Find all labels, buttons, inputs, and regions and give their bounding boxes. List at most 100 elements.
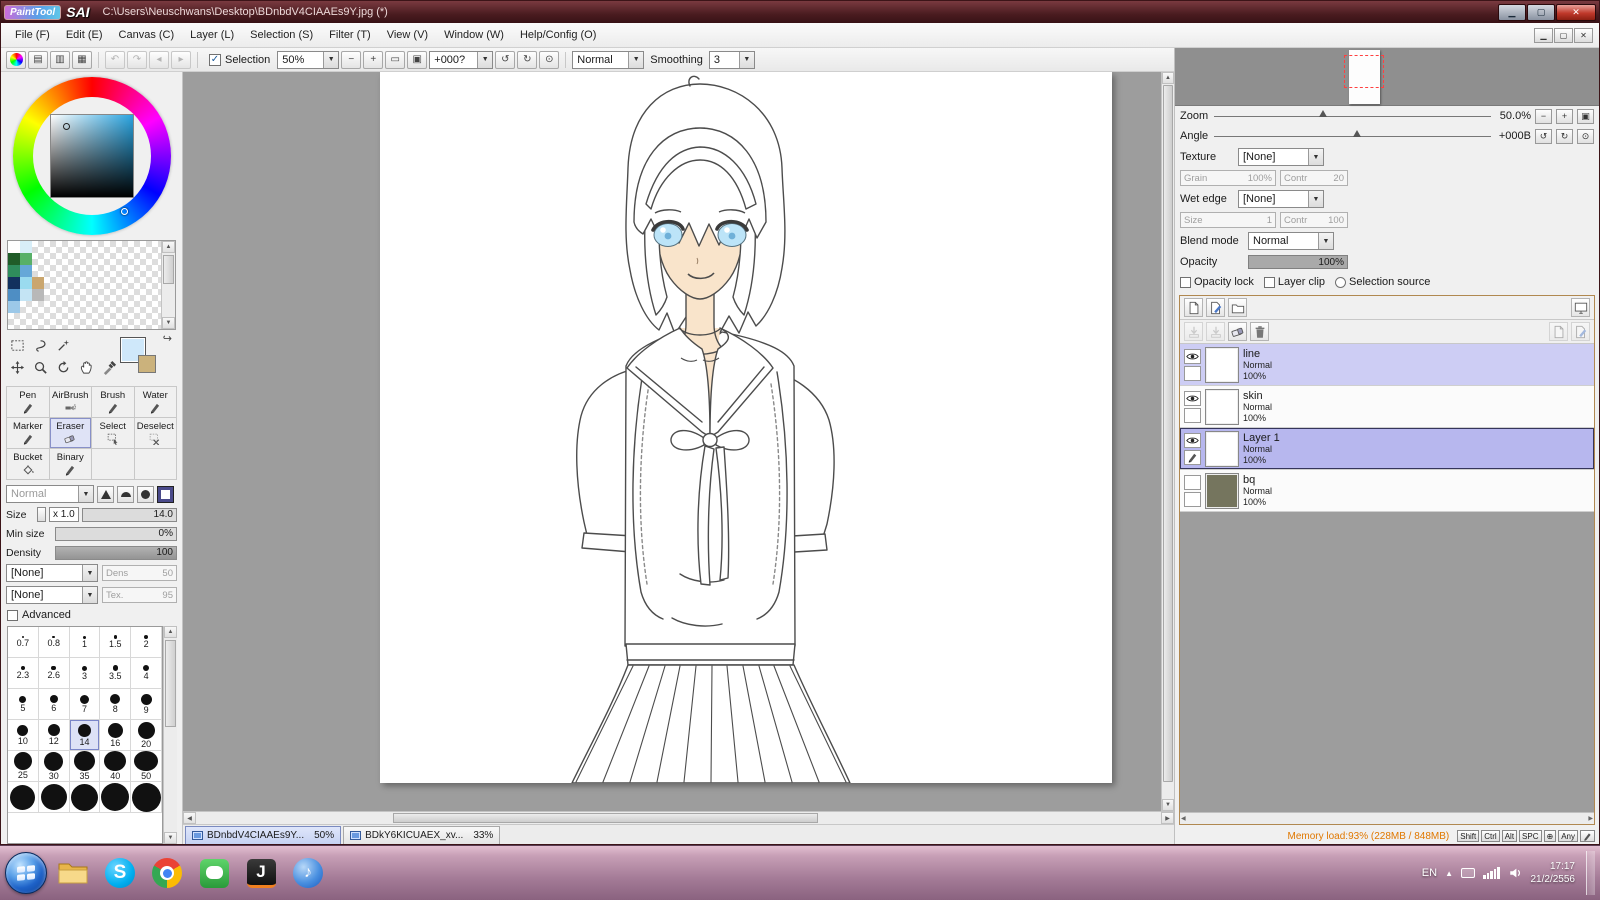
selection-source-toggle[interactable]: Selection source <box>1335 276 1430 288</box>
brush-tip-triangle-button[interactable] <box>97 485 114 503</box>
magic-wand-tool[interactable] <box>53 335 73 355</box>
taskbar-green-app[interactable] <box>193 852 235 894</box>
scroll-down-icon[interactable]: ▼ <box>164 832 177 844</box>
tool-select[interactable]: Select <box>92 418 135 449</box>
zoom-in-button[interactable]: + <box>363 50 384 69</box>
angle-combo[interactable]: +000? ▼ <box>429 50 494 69</box>
menu-layer[interactable]: Layer (L) <box>182 24 242 46</box>
color-wheel[interactable] <box>12 77 171 235</box>
opacity-lock-toggle[interactable]: Opacity lock <box>1180 276 1254 288</box>
marquee-tool[interactable] <box>7 335 27 355</box>
layer-row-skin[interactable]: skin Normal 100% <box>1180 386 1594 428</box>
zoom-fit-button[interactable]: ▭ <box>385 50 406 69</box>
scrollbar-thumb[interactable] <box>1163 85 1173 782</box>
tool-eraser[interactable]: Eraser <box>49 418 92 449</box>
menu-file[interactable]: File (F) <box>7 24 58 46</box>
scroll-up-icon[interactable]: ▲ <box>164 626 177 638</box>
tray-expand-arrow[interactable]: ▲ <box>1445 869 1453 878</box>
layer-extra-box[interactable] <box>1184 407 1201 423</box>
menu-window[interactable]: Window (W) <box>436 24 512 46</box>
swap-colors-icon[interactable]: ↪ <box>163 332 172 345</box>
brush-size-cell[interactable]: 4 <box>131 658 162 689</box>
scroll-down-icon[interactable]: ▼ <box>162 317 175 329</box>
horizontal-scrollbar[interactable]: ◀ ▶ <box>183 811 1174 824</box>
chevron-down-icon[interactable]: ▼ <box>1308 191 1323 207</box>
doc-minimize-button[interactable]: ▁ <box>1534 27 1553 43</box>
brush-size-cell[interactable]: 9 <box>131 689 162 720</box>
scroll-right-icon[interactable]: ▶ <box>1161 812 1174 824</box>
layer-row-bg[interactable]: bq Normal 100% <box>1180 470 1594 512</box>
taskbar-clock[interactable]: 17:17 21/2/2556 <box>1531 860 1576 886</box>
opacity-slider[interactable]: 100% <box>1248 255 1348 269</box>
taskbar-itunes[interactable]: ♪ <box>287 852 329 894</box>
brush-size-cell[interactable]: 0.8 <box>38 627 70 658</box>
texture-combo[interactable]: [None] ▼ <box>1238 148 1324 166</box>
tool-marker[interactable]: Marker <box>7 418 50 449</box>
show-desktop-button[interactable] <box>1586 851 1595 895</box>
tool-water[interactable]: Water <box>134 387 177 418</box>
chevron-down-icon[interactable]: ▼ <box>1318 233 1333 249</box>
brush-tip-semi-button[interactable] <box>117 485 134 503</box>
tool-pen[interactable]: Pen <box>7 387 50 418</box>
network-signal-icon[interactable] <box>1483 867 1500 879</box>
layer-clip-toggle[interactable]: Layer clip <box>1263 276 1325 288</box>
panel-display-button[interactable] <box>1571 298 1590 317</box>
brush-size-cell-selected[interactable]: 14 <box>69 720 101 751</box>
chevron-down-icon[interactable]: ▼ <box>477 51 493 68</box>
navigator-viewport-rect[interactable] <box>1344 55 1384 88</box>
undo-button[interactable]: ↶ <box>105 50 125 69</box>
start-button[interactable] <box>5 852 47 894</box>
tool-brush[interactable]: Brush <box>92 387 135 418</box>
brush-size-cell[interactable]: 2 <box>131 627 162 658</box>
nav-zoom-out-button[interactable]: − <box>1535 108 1552 124</box>
rotate-reset-button[interactable]: ⊙ <box>539 50 560 69</box>
brush-size-cell[interactable]: 20 <box>131 720 162 751</box>
brush-blend-combo[interactable]: Normal ▼ <box>6 485 94 503</box>
menu-edit[interactable]: Edit (E) <box>58 24 111 46</box>
paint-mode-combo[interactable]: Normal ▼ <box>572 50 645 69</box>
new-layer-button[interactable] <box>1184 298 1203 317</box>
merge-down-button[interactable] <box>1206 322 1225 341</box>
hand-tool[interactable] <box>76 357 96 377</box>
layer-visibility-toggle[interactable] <box>1184 348 1201 364</box>
size-slider[interactable]: 14.0 <box>81 507 177 522</box>
opacity-lock-checkbox[interactable] <box>1180 276 1191 288</box>
size-multiplier[interactable]: x 1.0 <box>49 507 79 522</box>
zoom-combo[interactable]: 50% ▼ <box>277 50 340 69</box>
selection-visibility-toggle[interactable]: ✓ Selection <box>209 53 270 66</box>
scroll-up-icon[interactable]: ▲ <box>162 241 175 253</box>
rotate-ccw-button[interactable]: ↺ <box>495 50 516 69</box>
rotate-canvas-tool[interactable] <box>53 357 73 377</box>
taskbar-explorer[interactable] <box>52 852 94 894</box>
canvas-page[interactable] <box>380 72 1112 783</box>
brush-size-cell[interactable]: 7 <box>69 689 101 720</box>
swatch-grid[interactable] <box>8 241 161 329</box>
size-grid-scrollbar[interactable]: ▲ ▼ <box>163 626 177 844</box>
chevron-down-icon[interactable]: ▼ <box>82 565 97 581</box>
history-forward-button[interactable]: ▸ <box>171 50 191 69</box>
brush-size-cell[interactable]: 3 <box>69 658 101 689</box>
layer-clip-checkbox[interactable] <box>1263 276 1275 288</box>
nav-rotate-cw-button[interactable]: ↻ <box>1556 128 1573 144</box>
hue-marker[interactable] <box>120 208 128 215</box>
nav-zoom-in-button[interactable]: + <box>1556 108 1573 124</box>
menu-selection[interactable]: Selection (S) <box>242 24 321 46</box>
taskbar-jdownloader[interactable]: J <box>240 852 282 894</box>
panel-toggle-1-button[interactable]: ▤ <box>28 50 48 69</box>
menu-canvas[interactable]: Canvas (C) <box>111 24 183 46</box>
tray-display-icon[interactable] <box>1461 868 1475 878</box>
brush-size-cell[interactable]: 1 <box>69 627 101 658</box>
brush-size-cell[interactable]: 8 <box>100 689 132 720</box>
taskbar-skype[interactable]: S <box>99 852 141 894</box>
clear-layer-button[interactable] <box>1228 322 1247 341</box>
volume-icon[interactable] <box>1508 866 1523 880</box>
brush-size-cell[interactable]: 50 <box>131 751 162 782</box>
brush-size-cell[interactable]: 30 <box>38 751 70 782</box>
canvas-viewport[interactable] <box>183 72 1161 811</box>
panel-toggle-2-button[interactable]: ▥ <box>50 50 70 69</box>
selection-source-radio[interactable] <box>1335 276 1346 288</box>
panel-toggle-3-button[interactable]: ▦ <box>72 50 92 69</box>
zoom-slider[interactable] <box>1212 110 1493 122</box>
menu-filter[interactable]: Filter (T) <box>321 24 379 46</box>
nav-angle-reset-button[interactable]: ⊙ <box>1577 128 1594 144</box>
